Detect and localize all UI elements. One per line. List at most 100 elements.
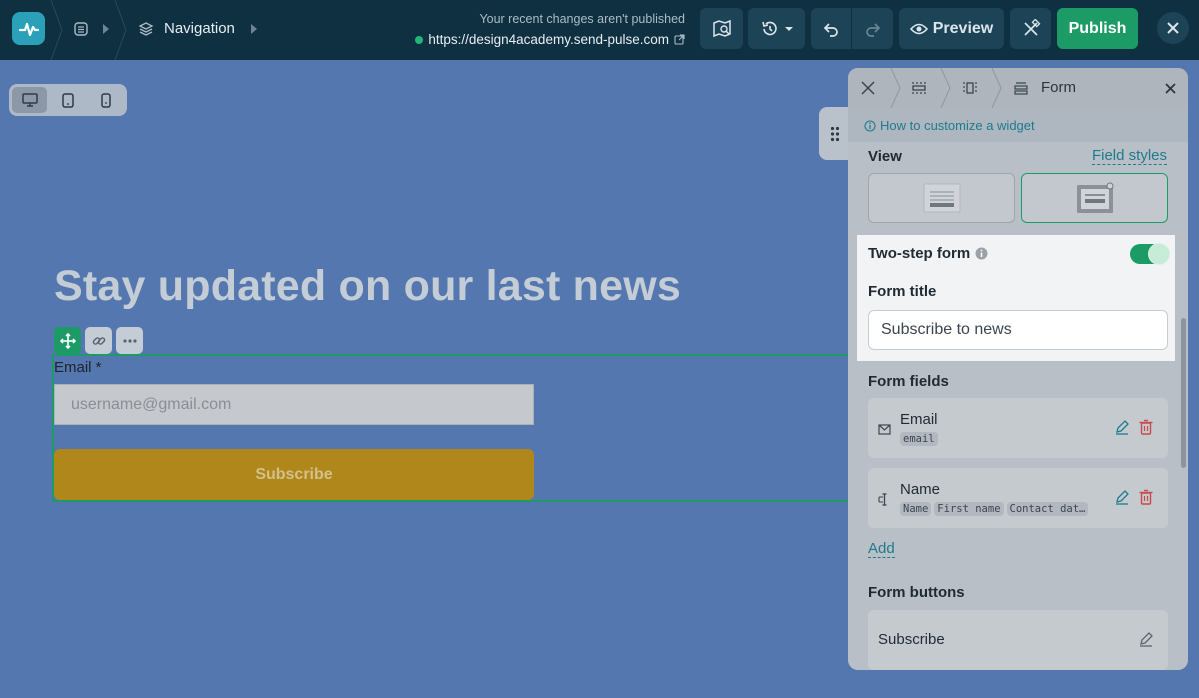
envelope-icon bbox=[877, 422, 891, 436]
field-name: Email bbox=[900, 411, 938, 428]
breadcrumb-separator bbox=[114, 0, 128, 61]
field-tags: email bbox=[900, 432, 938, 446]
view-option-popup[interactable] bbox=[1021, 173, 1168, 223]
close-editor-button[interactable] bbox=[1157, 12, 1189, 44]
close-icon bbox=[1167, 22, 1179, 34]
form-title-label: Form title bbox=[868, 283, 937, 300]
publish-button[interactable]: Publish bbox=[1057, 8, 1138, 49]
history-button[interactable] bbox=[748, 8, 805, 49]
howto-link[interactable]: How to customize a widget bbox=[848, 108, 1188, 142]
chevron-right-icon bbox=[101, 22, 111, 36]
popup-form-icon bbox=[1076, 182, 1113, 213]
tablet-icon bbox=[62, 92, 74, 108]
form-title-input[interactable]: Subscribe to news bbox=[868, 310, 1168, 350]
mobile-view-button[interactable] bbox=[89, 87, 124, 113]
two-step-form-label: Two-step form bbox=[868, 245, 988, 262]
breadcrumb-separator bbox=[890, 68, 902, 109]
subscribe-button[interactable]: Subscribe bbox=[54, 449, 534, 500]
breadcrumb-navigation[interactable]: Navigation bbox=[164, 20, 235, 37]
device-switcher bbox=[9, 84, 127, 116]
design-tools-icon[interactable] bbox=[858, 78, 878, 98]
info-icon[interactable] bbox=[975, 247, 988, 260]
field-tag: Name bbox=[900, 502, 932, 516]
panel-scrollbar[interactable] bbox=[1181, 318, 1186, 468]
field-tag: First name bbox=[934, 502, 1004, 516]
field-styles-link[interactable]: Field styles bbox=[1091, 147, 1167, 165]
add-field-link[interactable]: Add bbox=[868, 540, 895, 558]
info-icon bbox=[864, 120, 876, 132]
field-name: Name bbox=[900, 481, 941, 498]
pencil-ruler-icon bbox=[1023, 18, 1040, 36]
undo-icon bbox=[823, 22, 838, 37]
design-tools-button[interactable] bbox=[1010, 8, 1051, 49]
form-button-item[interactable]: Subscribe bbox=[868, 610, 1168, 670]
pulse-icon bbox=[18, 22, 39, 36]
desktop-view-button[interactable] bbox=[12, 87, 48, 113]
form-buttons-label: Form buttons bbox=[868, 584, 965, 601]
column-icon[interactable] bbox=[960, 78, 980, 98]
redo-button[interactable] bbox=[852, 8, 893, 49]
field-tag: Contact dat… bbox=[1006, 502, 1089, 516]
layers-icon[interactable] bbox=[137, 19, 155, 39]
section-icon[interactable] bbox=[909, 78, 929, 98]
breadcrumb-separator bbox=[991, 68, 1003, 109]
email-field[interactable]: username@gmail.com bbox=[54, 384, 534, 425]
field-item-email[interactable]: Email email bbox=[868, 398, 1168, 458]
form-icon bbox=[1011, 78, 1031, 98]
tablet-view-button[interactable] bbox=[50, 87, 85, 113]
page-headline[interactable]: Stay updated on our last news bbox=[54, 262, 681, 311]
preview-label: Preview bbox=[932, 19, 994, 37]
trash-icon[interactable] bbox=[1138, 489, 1154, 505]
pencil-icon[interactable] bbox=[1114, 419, 1130, 435]
desktop-icon bbox=[21, 92, 38, 107]
toggle-knob bbox=[1148, 243, 1170, 265]
top-toolbar: Navigation Your recent changes aren't pu… bbox=[0, 0, 1199, 61]
eye-icon bbox=[909, 23, 928, 34]
close-icon bbox=[1164, 82, 1176, 94]
site-structure-button[interactable] bbox=[700, 8, 743, 49]
field-tags: Name First name Contact dat… bbox=[900, 502, 1089, 516]
preview-button[interactable]: Preview bbox=[899, 8, 1004, 49]
text-cursor-icon bbox=[877, 492, 891, 506]
history-icon bbox=[761, 21, 777, 35]
howto-label[interactable]: How to customize a widget bbox=[880, 118, 1035, 142]
panel-title: Form bbox=[1041, 79, 1076, 96]
field-item-name[interactable]: Name Name First name Contact dat… bbox=[868, 468, 1168, 528]
view-section-label: View bbox=[868, 148, 902, 165]
breadcrumb-separator bbox=[50, 0, 64, 61]
close-panel-button[interactable] bbox=[1160, 78, 1180, 98]
chevron-down-icon bbox=[784, 26, 793, 31]
pencil-icon[interactable] bbox=[1114, 489, 1130, 505]
two-step-form-toggle[interactable] bbox=[1130, 243, 1170, 265]
block-toolbar bbox=[54, 327, 143, 354]
breadcrumb-separator bbox=[940, 68, 952, 109]
widget-settings-panel: Form How to customize a widget View Fiel… bbox=[848, 68, 1188, 670]
unpublished-notice: Your recent changes aren't published bbox=[479, 12, 685, 26]
move-block-button[interactable] bbox=[54, 327, 81, 354]
two-step-form-text: Two-step form bbox=[868, 245, 971, 262]
chevron-right-icon bbox=[249, 22, 259, 36]
trash-icon[interactable] bbox=[1138, 419, 1154, 435]
panel-drag-handle[interactable] bbox=[819, 107, 851, 160]
status-dot bbox=[415, 35, 424, 44]
field-tag: email bbox=[900, 432, 938, 446]
external-link-icon bbox=[674, 34, 685, 45]
move-icon bbox=[59, 332, 76, 349]
app-logo[interactable] bbox=[12, 12, 45, 45]
undo-redo-group bbox=[811, 8, 893, 49]
pages-icon[interactable] bbox=[72, 20, 90, 38]
link-block-button[interactable] bbox=[85, 327, 112, 354]
inline-form-icon bbox=[923, 183, 960, 213]
undo-button[interactable] bbox=[811, 8, 852, 49]
pencil-icon[interactable] bbox=[1138, 631, 1154, 647]
site-url-link[interactable]: https://design4academy.send-pulse.com bbox=[415, 32, 685, 47]
view-option-inline[interactable] bbox=[868, 173, 1015, 223]
more-options-button[interactable] bbox=[116, 327, 143, 354]
more-horizontal-icon bbox=[122, 338, 137, 343]
site-url[interactable]: https://design4academy.send-pulse.com bbox=[428, 32, 669, 47]
drag-dots-icon bbox=[830, 126, 840, 141]
link-icon bbox=[92, 336, 105, 345]
form-button-name: Subscribe bbox=[878, 631, 945, 648]
form-fields-label: Form fields bbox=[868, 373, 949, 390]
map-search-icon bbox=[712, 19, 731, 37]
